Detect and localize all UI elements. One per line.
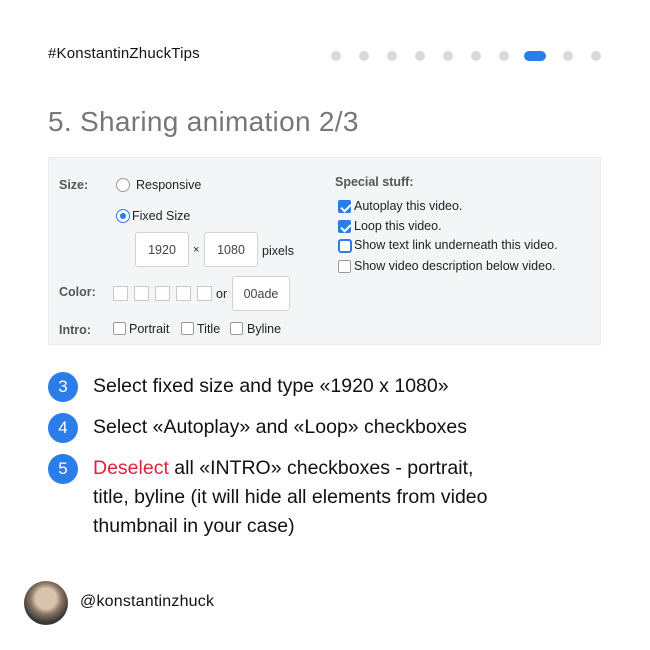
fixed-size-label: Fixed Size — [132, 209, 191, 223]
pager-dot — [443, 51, 453, 61]
intro-label: Intro: — [59, 323, 91, 337]
pager-dot-active — [524, 51, 546, 61]
pager-dot — [415, 51, 425, 61]
hashtag: #KonstantinZhuckTips — [48, 45, 200, 62]
step-number-badge: 3 — [48, 372, 78, 402]
byline-label: Byline — [247, 322, 282, 336]
step-text: Deselect all «INTRO» checkboxes - portra… — [93, 454, 488, 541]
width-input[interactable]: 1920 — [135, 232, 189, 267]
color-swatch[interactable] — [134, 286, 149, 301]
byline-checkbox[interactable] — [230, 322, 243, 335]
title-option-label: Title — [197, 322, 221, 336]
step-text: Select «Autoplay» and «Loop» checkboxes — [93, 416, 468, 438]
step-number-badge: 5 — [48, 454, 78, 484]
color-swatch[interactable] — [197, 286, 212, 301]
pager-dot — [359, 51, 369, 61]
portrait-label: Portrait — [129, 322, 170, 336]
deselect-highlight: Deselect — [93, 457, 169, 479]
title-checkbox[interactable] — [181, 322, 194, 335]
embed-settings-panel: Size: Responsive Fixed Size 1920 × 1080 … — [48, 157, 601, 345]
responsive-label: Responsive — [136, 178, 202, 192]
autoplay-label: Autoplay this video. — [354, 199, 463, 213]
description-label: Show video description below video. — [354, 259, 556, 273]
color-swatch[interactable] — [176, 286, 191, 301]
text-link-label: Show text link underneath this video. — [354, 238, 558, 252]
loop-label: Loop this video. — [354, 219, 442, 233]
pager-dot — [563, 51, 573, 61]
pager-dot — [331, 51, 341, 61]
fixed-size-radio[interactable] — [116, 209, 130, 223]
color-hex-input[interactable]: 00ade — [232, 276, 290, 311]
step-text-line: all «INTRO» checkboxes - portrait, — [168, 457, 474, 479]
height-input[interactable]: 1080 — [204, 232, 258, 267]
units-label: pixels — [262, 244, 294, 258]
size-label: Size: — [59, 178, 89, 192]
step-text: Select fixed size and type «1920 x 1080» — [93, 375, 449, 397]
or-label: or — [216, 287, 228, 301]
step-text-line: title, byline (it will hide all elements… — [93, 486, 488, 508]
portrait-checkbox[interactable] — [113, 322, 126, 335]
autoplay-checkbox[interactable] — [338, 200, 351, 213]
pager-dot — [591, 51, 601, 61]
loop-checkbox[interactable] — [338, 220, 351, 233]
author-handle: @konstantinzhuck — [80, 593, 215, 610]
responsive-radio[interactable] — [116, 178, 130, 192]
pager-dot — [387, 51, 397, 61]
color-swatch[interactable] — [113, 286, 128, 301]
times-sign: × — [193, 244, 200, 256]
page-title: 5. Sharing animation 2/3 — [48, 106, 359, 137]
color-swatch[interactable] — [155, 286, 170, 301]
avatar — [24, 581, 68, 625]
step-text-line: thumbnail in your case) — [93, 515, 295, 537]
text-link-checkbox[interactable] — [338, 239, 352, 253]
step-number-badge: 4 — [48, 413, 78, 443]
special-stuff-label: Special stuff: — [335, 175, 414, 189]
color-label: Color: — [59, 285, 96, 299]
pager-dot — [499, 51, 509, 61]
pager-dot — [471, 51, 481, 61]
description-checkbox[interactable] — [338, 260, 351, 273]
